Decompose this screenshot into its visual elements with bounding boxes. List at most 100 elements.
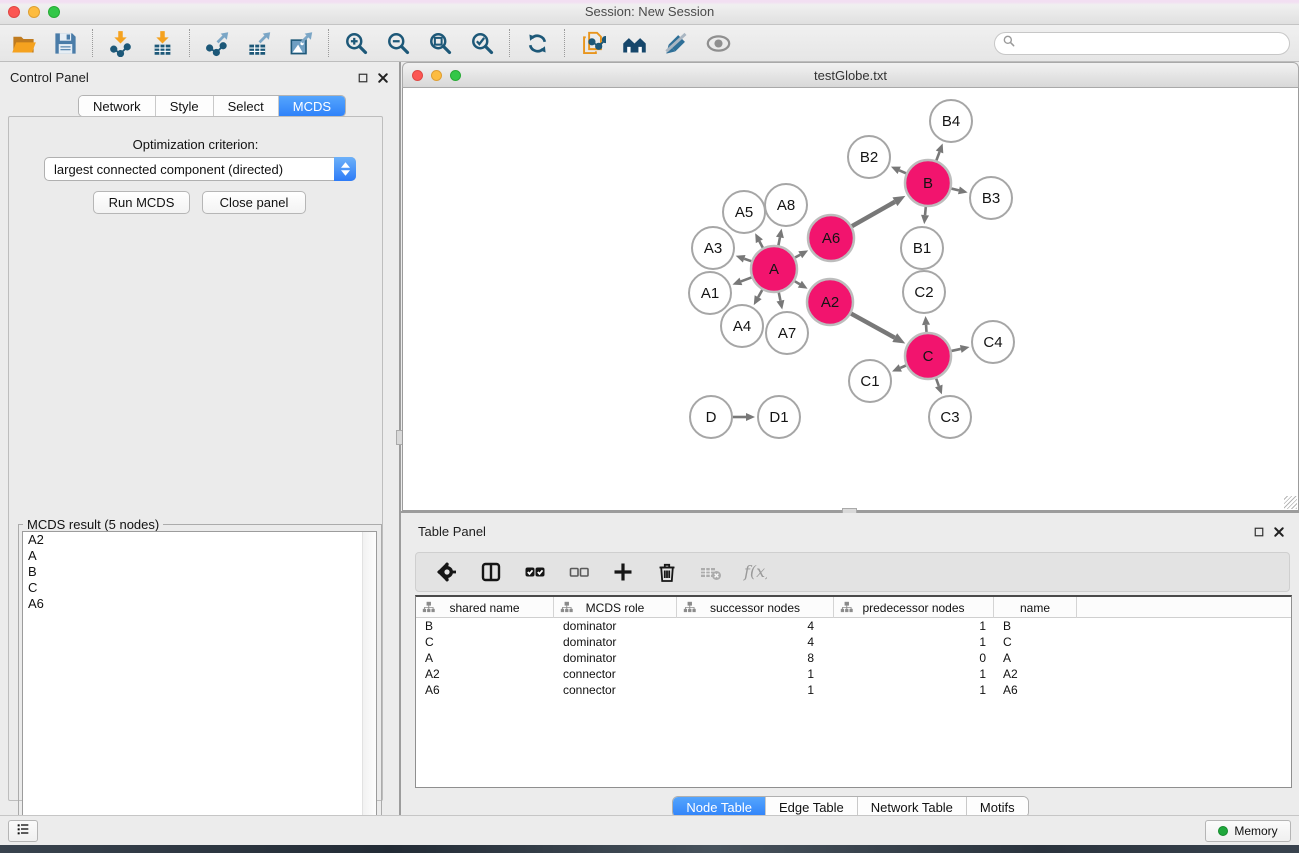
delete-table-button[interactable] [696,557,726,587]
tab-motifs[interactable]: Motifs [967,797,1028,817]
cell-predecessor-nodes[interactable]: 1 [834,618,994,634]
table-row[interactable]: Bdominator41B [416,618,1291,634]
open-session-button[interactable] [8,28,38,58]
column-header-successor-nodes[interactable]: successor nodes [677,597,834,618]
column-header-MCDS-role[interactable]: MCDS role [554,597,677,618]
select-all-button[interactable] [520,557,550,587]
cell-MCDS-role[interactable]: dominator [554,618,677,634]
cell-successor-nodes[interactable]: 1 [677,682,834,698]
edge-A-A6[interactable] [795,255,800,258]
float-table-panel-icon[interactable] [1253,525,1265,543]
cell-successor-nodes[interactable]: 4 [677,634,834,650]
cell-MCDS-role[interactable]: dominator [554,650,677,666]
column-header-predecessor-nodes[interactable]: predecessor nodes [834,597,994,618]
edge-B-B4[interactable] [936,152,939,161]
import-table-button[interactable] [147,28,177,58]
table-row[interactable]: A6connector11A6 [416,682,1291,698]
zoom-fit-content-button[interactable] [425,28,455,58]
export-network-button[interactable] [202,28,232,58]
mcds-result-item[interactable]: B [23,564,376,580]
node-table[interactable]: shared nameMCDS rolesuccessor nodesprede… [415,595,1292,788]
edge-A-A1[interactable] [741,277,752,281]
cell-shared-name[interactable]: A6 [416,682,554,698]
cell-successor-nodes[interactable]: 4 [677,618,834,634]
cell-name[interactable]: A2 [994,666,1077,682]
refresh-network-button[interactable] [522,28,552,58]
zoom-selected-button[interactable] [467,28,497,58]
cell-name[interactable]: B [994,618,1077,634]
mcds-result-item[interactable]: A2 [23,532,376,548]
edge-B-B3[interactable] [951,189,959,191]
run-mcds-button[interactable]: Run MCDS [93,191,190,214]
edge-A-A3[interactable] [744,259,751,261]
edge-B-B2[interactable] [899,170,906,173]
tab-node-table[interactable]: Node Table [673,797,766,817]
mcds-result-list[interactable]: A2ABCA6 [22,531,377,850]
close-table-panel-icon[interactable] [1273,525,1285,543]
table-row[interactable]: Cdominator41C [416,634,1291,650]
cell-successor-nodes[interactable]: 1 [677,666,834,682]
mcds-result-item[interactable]: A [23,548,376,564]
export-table-button[interactable] [244,28,274,58]
hide-graphics-details-button[interactable] [661,28,691,58]
add-column-button[interactable] [608,557,638,587]
equation-builder-button[interactable]: f(x) [740,557,770,587]
table-row[interactable]: Adominator80A [416,650,1291,666]
zoom-in-button[interactable] [341,28,371,58]
window-resize-grip[interactable] [1284,496,1297,509]
cell-predecessor-nodes[interactable]: 1 [834,634,994,650]
cell-name[interactable]: C [994,634,1077,650]
export-image-button[interactable] [286,28,316,58]
search-field[interactable] [994,32,1290,55]
cell-MCDS-role[interactable]: dominator [554,634,677,650]
network-canvas[interactable]: B4B2BB3A8A5A6A3B1AA1C2A2A4A7CC4C1C3DD1 [402,88,1299,511]
cell-shared-name[interactable]: A [416,650,554,666]
column-header-name[interactable]: name [994,597,1077,618]
edge-A-A4[interactable] [758,290,762,297]
cell-predecessor-nodes[interactable]: 1 [834,682,994,698]
tab-network-table[interactable]: Network Table [858,797,967,817]
edge-C-C1[interactable] [900,365,906,367]
cell-name[interactable]: A [994,650,1077,666]
tab-mcds[interactable]: MCDS [279,96,345,116]
edge-A2-C[interactable] [851,314,895,338]
edge-A-A5[interactable] [759,241,762,248]
network-graph[interactable]: B4B2BB3A8A5A6A3B1AA1C2A2A4A7CC4C1C3DD1 [403,88,1298,509]
column-header-shared-name[interactable]: shared name [416,597,554,618]
optimization-criterion-select[interactable]: largest connected component (directed) [44,157,356,181]
tab-select[interactable]: Select [214,96,279,116]
new-network-from-selection-button[interactable] [577,28,607,58]
import-network-button[interactable] [105,28,135,58]
memory-button[interactable]: Memory [1205,820,1291,842]
cell-MCDS-role[interactable]: connector [554,682,677,698]
table-settings-button[interactable] [432,557,462,587]
edge-A-A8[interactable] [778,237,779,245]
search-input[interactable] [1016,35,1289,53]
delete-columns-button[interactable] [652,557,682,587]
cell-predecessor-nodes[interactable]: 1 [834,666,994,682]
mcds-result-item[interactable]: A6 [23,596,376,612]
mcds-result-item[interactable]: C [23,580,376,596]
first-neighbors-button[interactable] [619,28,649,58]
tab-style[interactable]: Style [156,96,214,116]
cell-name[interactable]: A6 [994,682,1077,698]
cell-successor-nodes[interactable]: 8 [677,650,834,666]
table-row[interactable]: A2connector11A2 [416,666,1291,682]
edge-A6-B[interactable] [852,202,895,226]
edge-C-C3[interactable] [936,379,939,386]
tab-network[interactable]: Network [79,96,156,116]
task-history-button[interactable] [8,820,38,842]
tab-edge-table[interactable]: Edge Table [766,797,858,817]
edge-A-A7[interactable] [779,293,781,301]
cell-shared-name[interactable]: C [416,634,554,650]
deselect-all-button[interactable] [564,557,594,587]
choose-columns-button[interactable] [476,557,506,587]
float-panel-icon[interactable] [357,71,369,89]
edge-A-A2[interactable] [795,281,800,284]
save-session-button[interactable] [50,28,80,58]
cell-predecessor-nodes[interactable]: 0 [834,650,994,666]
edge-C-C4[interactable] [951,349,960,351]
close-panel-button[interactable]: Close panel [202,191,306,214]
edge-B-B1[interactable] [925,207,926,215]
close-panel-icon[interactable] [377,71,389,89]
